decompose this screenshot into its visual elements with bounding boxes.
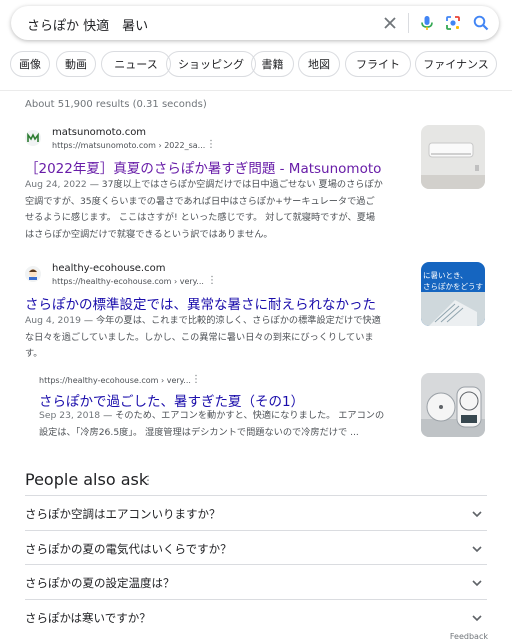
paa-question[interactable]: さらぽかの夏の設定温度は？ <box>25 564 487 599</box>
result-snippet: Aug 24, 2022 — 37度以上ではさらぽか空調だけでは日中過ごせない … <box>25 177 415 243</box>
snippet-line: — そのため、エアコンを動かすと、快適になりました。 エアコンの <box>100 410 385 421</box>
result-url[interactable]: https://healthy-ecohouse.com › very... <box>52 277 204 286</box>
more-options-icon[interactable]: ⋮ <box>206 139 216 150</box>
snippet-line: せるように感じます。 ここはさすが! といった感じです。 対して就寝時ですが、夏… <box>25 212 376 223</box>
result-url[interactable]: https://matsunomoto.com › 2022_sa... <box>52 141 205 150</box>
paa-question[interactable]: さらぽかは寒いですか？ <box>25 599 487 634</box>
close-icon[interactable] <box>381 14 399 32</box>
result-thumbnail[interactable]: に暑いとき、 さらぽかをどうす <box>421 262 485 326</box>
more-options-icon[interactable]: ⋮ <box>142 473 154 487</box>
result-title[interactable]: ［2022年夏］真夏のさらぽか暑すぎ問題 - Matsunomoto <box>25 157 381 177</box>
site-favicon-icon <box>25 266 41 282</box>
paa-question-text: さらぽかの夏の設定温度は？ <box>25 576 175 590</box>
snippet-line: — 今年の夏は、これまで比較的涼しく、さらぽかの標準設定だけで快適 <box>80 315 381 326</box>
result-thumbnail[interactable] <box>421 125 485 189</box>
result-date: Aug 24, 2022 <box>25 179 87 190</box>
snippet-line: す。 <box>25 348 43 359</box>
snippet-line: 空調ですが、35度くらいまでの暑さであれば日中はさらぽか+サーキュレータで過ご <box>25 195 375 207</box>
microphone-icon[interactable] <box>418 14 436 32</box>
paa-heading: People also ask <box>25 470 149 489</box>
search-divider <box>408 13 409 33</box>
chevron-down-icon <box>472 511 482 518</box>
paa-question-text: さらぽか空調はエアコンいりますか？ <box>25 507 221 521</box>
chip-shopping[interactable]: ショッピング <box>166 51 256 77</box>
chevron-down-icon <box>472 580 482 587</box>
result-stats: About 51,900 results (0.31 seconds) <box>25 99 207 110</box>
thumbnail-text: に暑いとき、 <box>423 271 468 280</box>
search-icon[interactable] <box>472 14 490 32</box>
site-name: healthy-ecohouse.com <box>52 263 166 274</box>
chip-finance[interactable]: ファイナンス <box>415 51 497 77</box>
paa-question-text: さらぽかは寒いですか？ <box>25 611 151 625</box>
chevron-down-icon <box>472 615 482 622</box>
snippet-line: 設定は、「冷房26.5度」。 湿度管理はデシカントで問題ないので冷房だけで ..… <box>39 426 359 438</box>
chip-flights[interactable]: フライト <box>345 51 411 77</box>
site-name: matsunomoto.com <box>52 127 147 138</box>
more-options-icon[interactable]: ⋮ <box>191 374 201 385</box>
more-options-icon[interactable]: ⋮ <box>207 275 217 286</box>
chevron-down-icon <box>472 546 482 553</box>
result-snippet: Sep 23, 2018 — そのため、エアコンを動かすと、快適になりました。 … <box>39 408 417 441</box>
result-title[interactable]: さらぽかの標準設定では、異常な暑さに耐えられなかった <box>25 293 376 313</box>
thumbnail-illustration <box>421 292 485 326</box>
snippet-line: な日々を過ごしていました。しかし、この異常に暑い日々の到来にびっくりしていま <box>25 331 374 343</box>
result-title[interactable]: さらぽかで過ごした、暑すぎた夏（その1） <box>39 390 304 410</box>
chip-maps[interactable]: 地図 <box>298 51 340 77</box>
search-bar[interactable]: さらぽか 快適 暑い <box>11 6 499 40</box>
divider <box>0 90 512 91</box>
thumbnail-text: さらぽかをどうす <box>423 282 483 291</box>
chip-images[interactable]: 画像 <box>10 51 50 77</box>
result-date: Sep 23, 2018 <box>39 410 101 421</box>
snippet-line: — 37度以上ではさらぽか空調だけでは日中過ごせない 夏場のさらぽか <box>86 179 383 190</box>
result-url[interactable]: https://healthy-ecohouse.com › very... <box>39 376 191 385</box>
snippet-line: はさらぽか空調だけで就寝できるという訳ではありません。 <box>25 228 273 240</box>
chip-videos[interactable]: 動画 <box>56 51 96 77</box>
chip-books[interactable]: 書籍 <box>251 51 294 77</box>
chip-news[interactable]: ニュース <box>101 51 171 77</box>
site-favicon-icon <box>25 130 41 146</box>
result-snippet: Aug 4, 2019 — 今年の夏は、これまで比較的涼しく、さらぽかの標準設定… <box>25 313 415 363</box>
paa-question[interactable]: さらぽかの夏の電気代はいくらですか？ <box>25 530 487 565</box>
paa-question[interactable]: さらぽか空調はエアコンいりますか？ <box>25 495 487 530</box>
paa-question-text: さらぽかの夏の電気代はいくらですか？ <box>25 542 232 556</box>
lens-icon[interactable] <box>444 14 462 32</box>
result-thumbnail[interactable] <box>421 373 485 437</box>
result-date: Aug 4, 2019 <box>25 315 81 326</box>
search-input[interactable]: さらぽか 快適 暑い <box>27 15 148 34</box>
